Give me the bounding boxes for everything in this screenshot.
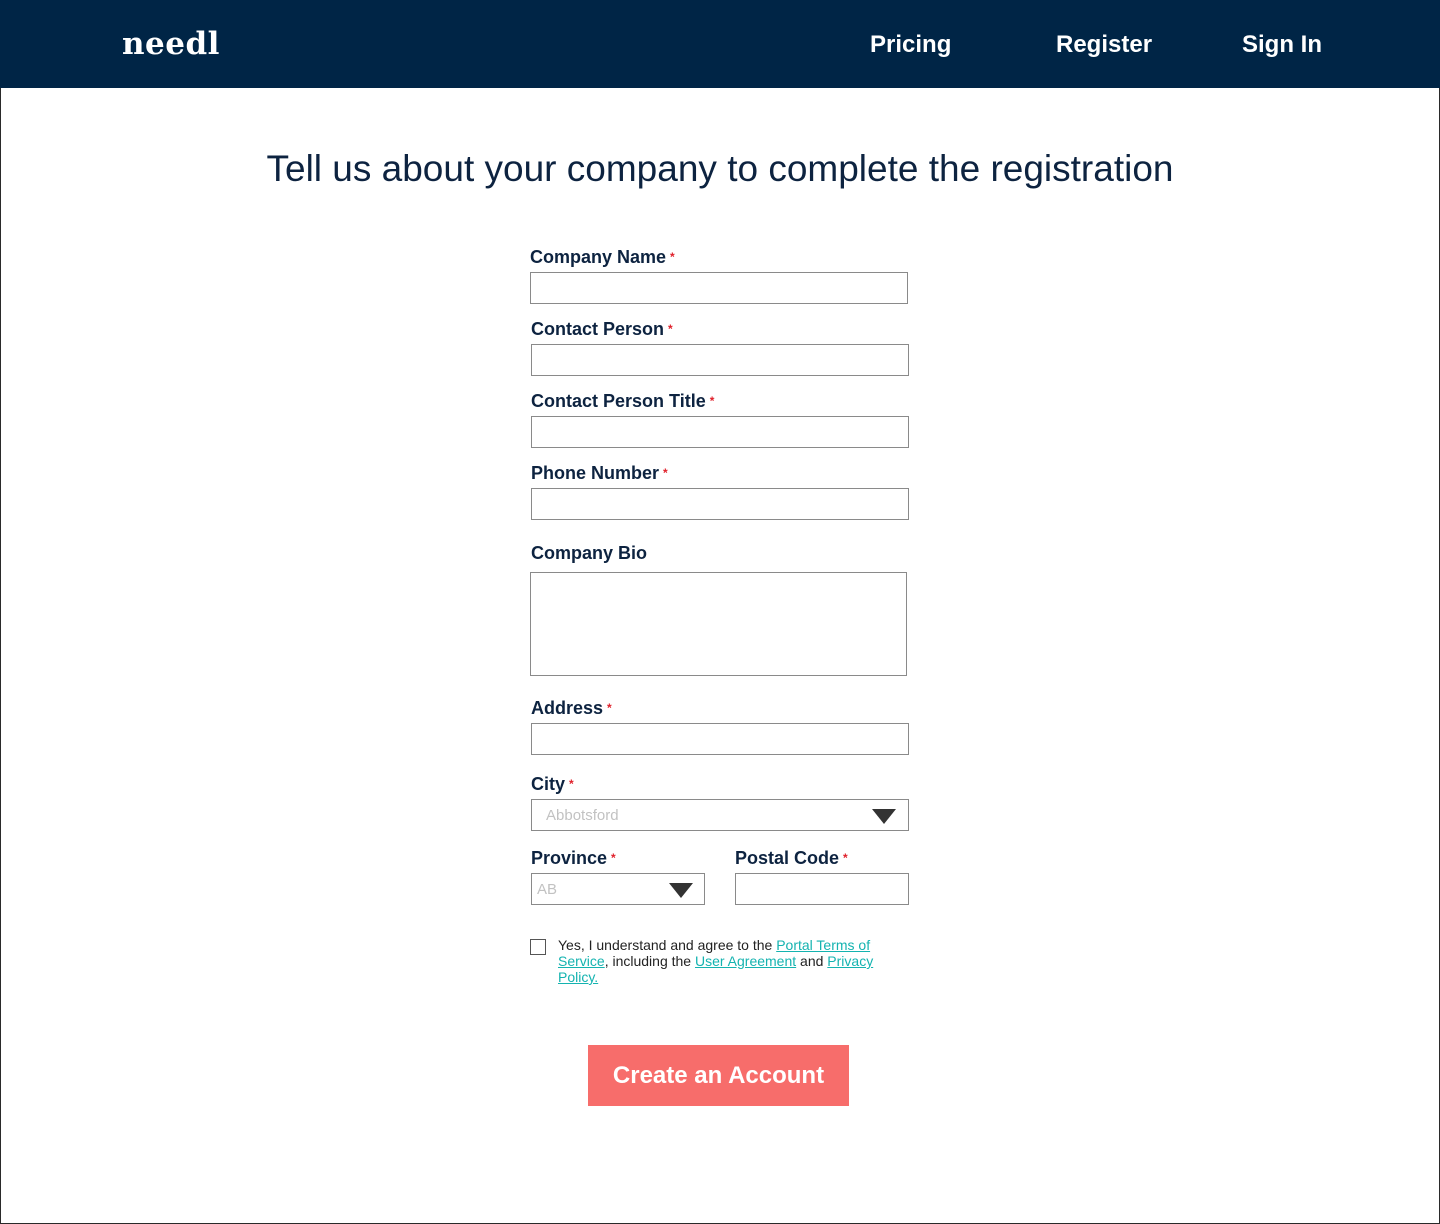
terms-prefix: Yes, I understand and agree to the [558,937,777,953]
contact-person-title-label-text: Contact Person Title [531,391,706,411]
required-marker: * [670,250,675,264]
terms-middle: , including the [604,953,695,969]
phone-number-label: Phone Number * [531,462,668,484]
required-marker: * [569,777,574,791]
address-label: Address * [531,697,612,719]
contact-person-title-label: Contact Person Title * [531,390,714,412]
create-account-button[interactable]: Create an Account [588,1045,849,1106]
city-label: City * [531,773,574,795]
required-marker: * [843,851,848,865]
top-navbar: needl Pricing Register Sign In [0,0,1440,88]
required-marker: * [611,851,616,865]
company-bio-label-text: Company Bio [531,543,648,563]
page-title: Tell us about your company to complete t… [266,148,1174,189]
user-agreement-link[interactable]: User Agreement [695,953,796,969]
nav-pricing-link[interactable]: Pricing [870,28,951,62]
contact-person-label-text: Contact Person [531,319,665,339]
address-label-text: Address [531,698,604,718]
nav-sign-in-link[interactable]: Sign In [1242,28,1322,62]
address-input[interactable] [531,723,909,755]
required-marker: * [663,466,668,480]
nav-register-link[interactable]: Register [1056,28,1152,62]
province-select[interactable]: AB [531,873,705,905]
terms-checkbox[interactable] [530,939,546,955]
required-marker: * [709,394,715,408]
postal-code-label-text: Postal Code [735,848,840,868]
required-marker: * [668,322,673,336]
company-name-input[interactable] [530,272,908,304]
province-label-text: Province [531,848,608,868]
province-label: Province * [531,847,616,869]
company-bio-textarea[interactable] [530,572,907,676]
contact-person-title-input[interactable] [531,416,909,448]
postal-code-label: Postal Code * [735,847,848,869]
company-bio-label: Company Bio [531,542,647,564]
city-label-text: City [531,774,566,794]
province-select-value: AB [537,881,558,898]
caret-down-icon [669,883,693,898]
phone-number-label-text: Phone Number [531,463,660,483]
company-name-label-text: Company Name [530,247,667,267]
needl-logo[interactable]: needl [122,24,220,64]
terms-text: Yes, I understand and agree to the Porta… [558,937,908,985]
postal-code-input[interactable] [735,873,909,905]
phone-number-input[interactable] [531,488,909,520]
city-select-value: Abbotsford [546,807,619,824]
contact-person-input[interactable] [531,344,909,376]
company-name-label: Company Name * [530,246,675,268]
required-marker: * [607,701,612,715]
terms-and: and [796,953,828,969]
caret-down-icon [872,809,896,824]
city-select[interactable]: Abbotsford [531,799,909,831]
contact-person-label: Contact Person * [531,318,673,340]
